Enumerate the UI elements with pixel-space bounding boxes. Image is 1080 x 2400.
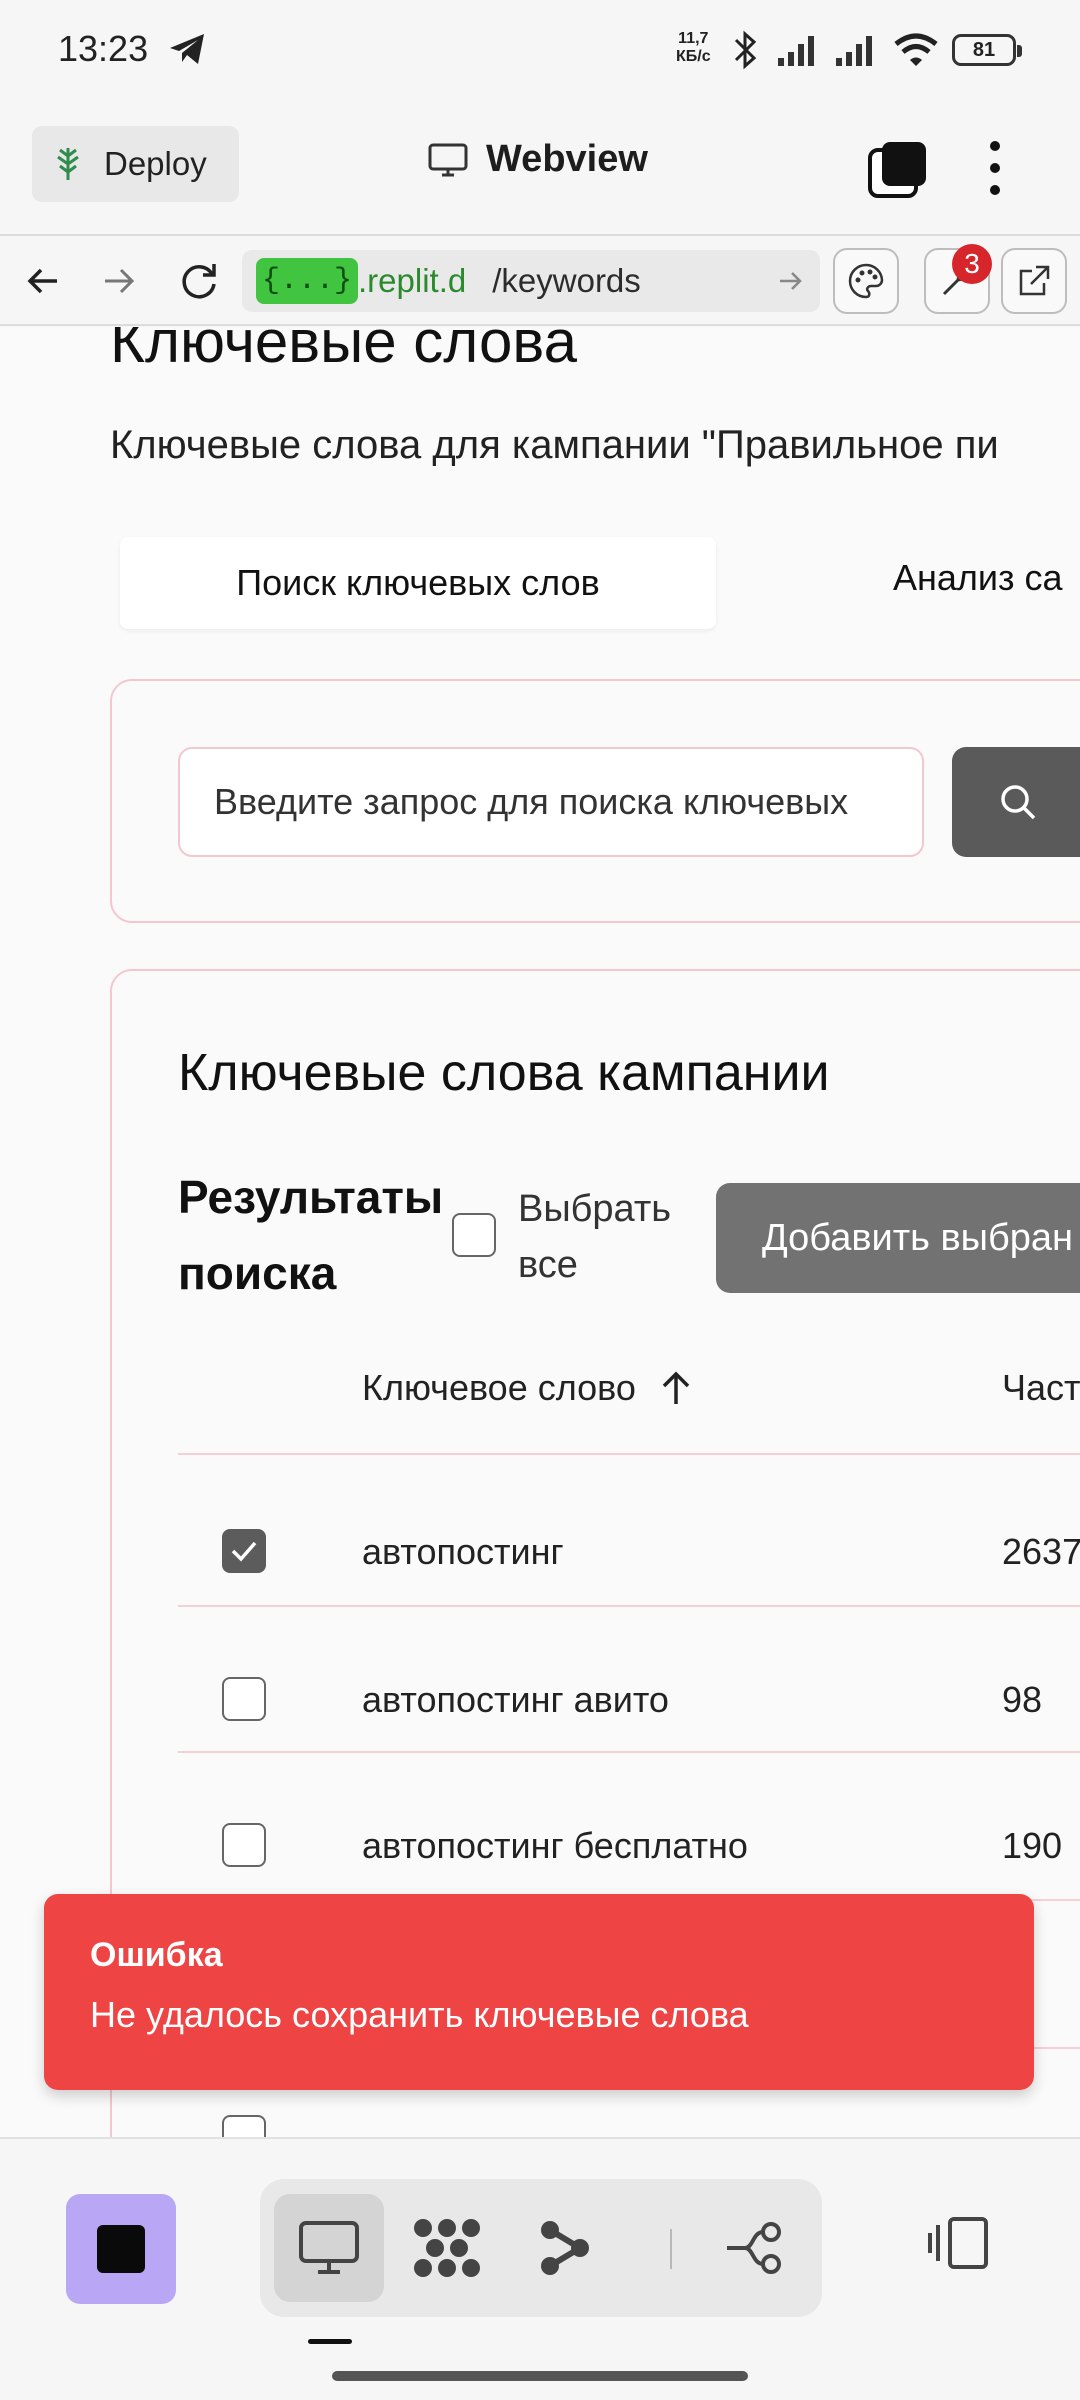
home-indicator[interactable]: [332, 2371, 748, 2381]
deploy-label: Deploy: [104, 145, 207, 182]
tool-agent[interactable]: [510, 2194, 620, 2302]
back-button[interactable]: [18, 256, 68, 306]
bluetooth-icon: [734, 30, 757, 70]
row-keyword: автопостинг: [362, 1531, 564, 1572]
network-speed: 11,7 КБ/с: [676, 30, 711, 65]
keyword-search-input[interactable]: Введите запрос для поиска ключевых: [178, 747, 924, 857]
tool-webview[interactable]: [274, 2194, 384, 2302]
forward-button[interactable]: [94, 256, 144, 306]
arrow-right-icon: [105, 268, 135, 294]
reload-button[interactable]: [174, 256, 224, 306]
more-menu-icon[interactable]: [980, 136, 1010, 200]
monitor-icon: [428, 143, 468, 176]
page-title: Ключевые слова: [110, 327, 577, 375]
branch-icon: [541, 2221, 589, 2275]
search-icon: [1001, 785, 1036, 820]
theme-button[interactable]: [833, 248, 899, 314]
tool-packages[interactable]: [392, 2194, 502, 2302]
search-card: Введите запрос для поиска ключевых: [110, 679, 1080, 923]
go-arrow-icon[interactable]: [776, 266, 806, 296]
dots-grid-icon: [414, 2219, 480, 2277]
keywords-card-title: Ключевые слова кампании: [178, 1044, 830, 1102]
row-frequency: 98: [1002, 1679, 1043, 1720]
page-subtitle: Ключевые слова для кампании "Правильное …: [110, 423, 999, 467]
battery-icon: 81: [952, 34, 1022, 66]
url-path: /keywords: [492, 262, 641, 299]
webview-content: Ключевые слова Ключевые слова для кампан…: [0, 327, 1080, 2137]
checkmark-icon: [231, 1541, 257, 1562]
deploy-icon: [57, 148, 79, 180]
wifi-icon: [894, 33, 938, 66]
search-button[interactable]: [952, 747, 1080, 857]
select-all-label: Выбрать все: [518, 1188, 672, 1286]
row-checkbox[interactable]: [222, 2115, 266, 2137]
select-all-checkbox[interactable]: [452, 1213, 496, 1257]
git-icon: [727, 2222, 781, 2274]
row-frequency: 190: [1002, 1825, 1063, 1866]
tool-separator: [670, 2229, 672, 2269]
tab-site-analysis[interactable]: Анализ са: [893, 557, 1063, 599]
panel-toggle-icon[interactable]: [926, 2215, 992, 2271]
url-input[interactable]: {...} .replit.d /keywords: [242, 250, 820, 312]
url-domain: .replit.d: [358, 262, 467, 299]
open-external-button[interactable]: [1001, 248, 1067, 314]
signal-icon: [778, 36, 814, 66]
tool-git[interactable]: [700, 2194, 810, 2302]
stop-button[interactable]: [66, 2194, 176, 2304]
toast-title: Ошибка: [90, 1936, 223, 1974]
active-indicator: [308, 2339, 352, 2344]
deploy-button[interactable]: Deploy: [32, 126, 239, 202]
add-selected-button[interactable]: Добавить выбран: [716, 1183, 1080, 1293]
replit-url-badge: {...}: [256, 258, 359, 304]
row-checkbox[interactable]: [222, 1823, 266, 1867]
table-divider: [178, 1453, 1080, 1455]
arrow-left-icon: [27, 268, 57, 294]
column-header-keyword[interactable]: Ключевое слово: [362, 1367, 694, 1409]
tabs-icon[interactable]: [866, 138, 930, 202]
status-time: 13:23: [58, 28, 149, 69]
error-toast[interactable]: Ошибка Не удалось сохранить ключевые сло…: [44, 1894, 1034, 2090]
reload-icon: [182, 264, 216, 299]
webview-title: Webview: [428, 138, 648, 181]
external-link-icon: [1019, 265, 1050, 296]
table-divider: [178, 1605, 1080, 1607]
search-results-label: Результаты поиска: [178, 1171, 444, 1299]
row-keyword: автопостинг авито: [362, 1679, 669, 1720]
tool-switcher: [260, 2179, 822, 2317]
bottom-toolbar: [0, 2137, 1080, 2400]
telegram-icon: [170, 34, 204, 64]
toast-message: Не удалось сохранить ключевые слова: [90, 1994, 749, 2035]
row-checkbox[interactable]: [222, 1677, 266, 1721]
app-header: Deploy Webview: [0, 100, 1080, 236]
palette-icon: [848, 263, 884, 299]
column-header-frequency[interactable]: Част: [1002, 1367, 1080, 1409]
signal-icon: [836, 36, 872, 66]
notification-badge: 3: [952, 244, 992, 284]
row-keyword: автопостинг бесплатно: [362, 1825, 748, 1866]
tab-keyword-search[interactable]: Поиск ключевых слов: [120, 537, 716, 629]
stop-icon: [97, 2225, 145, 2273]
url-bar: {...} .replit.d /keywords: [0, 236, 1080, 326]
row-checkbox[interactable]: [222, 1529, 266, 1573]
row-frequency: 2637: [1002, 1531, 1080, 1572]
table-divider: [178, 1751, 1080, 1753]
sort-ascending-icon: [662, 1371, 690, 1404]
webview-icon: [299, 2221, 359, 2274]
status-bar: 13:23 11,7 КБ/с 81: [0, 0, 1080, 100]
